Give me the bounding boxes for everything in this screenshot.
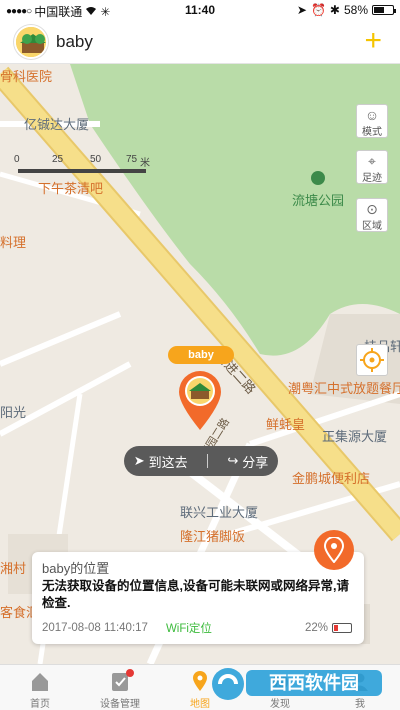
mode-button[interactable]: ☺ 模式 [356, 104, 388, 138]
popup-divider [206, 454, 208, 468]
info-message: 无法获取设备的位置信息,设备可能未联网或网络异常,请检查. [42, 579, 349, 610]
battery-low-icon [332, 623, 352, 633]
marker-popup: ➤ 到这去 ↪ 分享 [124, 446, 278, 476]
poi-label: 料理 [0, 235, 27, 250]
tab-map-label: 地图 [190, 699, 210, 710]
navigate-arrow-icon: ➤ [133, 453, 145, 468]
map-pin-icon [324, 537, 344, 563]
scale-tick: 25 [52, 154, 64, 165]
poi-label: 正集源大厦 [322, 429, 388, 444]
poi-label: 阳光 [0, 405, 27, 420]
share-icon: ↪ [227, 453, 239, 468]
info-footer: 2017-08-08 11:40:17 WiFi定位 22% [42, 620, 352, 636]
mode-label: 模式 [362, 127, 382, 138]
battery-percent: 58% [343, 3, 368, 17]
svg-text:西西软件园: 西西软件园 [269, 672, 359, 694]
app-header: baby + [0, 20, 400, 64]
info-title: baby的位置 [42, 561, 110, 576]
add-device-button[interactable]: + [364, 26, 382, 56]
navigate-button[interactable]: ➤ 到这去 [134, 452, 188, 471]
scale-tick: 0 [14, 154, 20, 165]
poi-label: 隆江猪脚饭 [180, 529, 246, 544]
locate-button[interactable] [356, 344, 388, 376]
scale-unit: 米 [140, 158, 150, 169]
poi-label: 鲜蚝皇 [266, 417, 306, 432]
tab-device-manage[interactable]: 设备管理 [80, 665, 160, 710]
park-label: 流塘公园 [292, 193, 345, 208]
bluetooth-icon: ✱ [329, 3, 340, 17]
footprint-label: 足迹 [362, 173, 382, 184]
navigate-label: 到这去 [148, 454, 188, 470]
footprint-icon: ⌖ [368, 153, 376, 169]
device-location-pin[interactable] [177, 370, 223, 432]
status-bar: ●●●●○ 中国联通 ✳ 11:40 ➤ ⏰ ✱ 58% [0, 0, 400, 20]
footprint-button[interactable]: ⌖ 足迹 [356, 150, 388, 184]
scale-bar [18, 169, 146, 173]
location-history-button[interactable] [314, 530, 354, 570]
share-button[interactable]: ↪ 分享 [227, 452, 268, 471]
poi-label: 亿铖达大厦 [24, 117, 90, 132]
poi-label: 下午茶清吧 [38, 181, 104, 196]
poi-label: 潮粤汇中式放题餐厅 [288, 381, 400, 396]
page-title: baby [56, 32, 93, 51]
home-icon [32, 673, 48, 691]
person-icon: ☺ [364, 107, 380, 123]
device-avatar[interactable] [14, 25, 48, 59]
location-info-card[interactable]: baby的位置 无法获取设备的位置信息,设备可能未联网或网络异常,请检查. 20… [32, 552, 364, 644]
tab-home-label: 首页 [30, 699, 50, 710]
tab-device-manage-label: 设备管理 [100, 699, 140, 710]
map-view[interactable]: 0 25 50 75 米 骨科医院 亿铖达大厦 下午茶清吧 料理 流塘公园 前进… [0, 64, 400, 664]
watermark-logo: 西西软件园 [212, 668, 382, 700]
tab-home[interactable]: 首页 [0, 665, 80, 710]
crosshair-icon [360, 348, 384, 372]
info-timestamp: 2017-08-08 11:40:17 [42, 622, 148, 634]
poi-label: 金鹏城便利店 [292, 471, 371, 486]
device-battery-percent: 22% [304, 622, 328, 634]
location-arrow-icon: ➤ [296, 3, 307, 17]
scale-tick: 75 [126, 154, 138, 165]
scale-tick: 50 [90, 154, 102, 165]
device-name-tag[interactable]: baby [168, 346, 234, 364]
area-button[interactable]: ⊙ 区域 [356, 198, 388, 232]
area-label: 区域 [362, 221, 382, 232]
poi-label: 湘村 [0, 561, 27, 576]
device-manage-icon [112, 673, 128, 691]
alarm-icon: ⏰ [310, 3, 326, 17]
battery-icon [372, 5, 396, 15]
area-icon: ⊙ [366, 201, 378, 217]
poi-label: 联兴工业大厦 [180, 505, 259, 520]
locate-mode: WiFi定位 [165, 623, 212, 635]
poi-label: 骨科医院 [0, 69, 53, 84]
share-label: 分享 [242, 454, 269, 470]
device-battery: 22% [305, 622, 352, 634]
